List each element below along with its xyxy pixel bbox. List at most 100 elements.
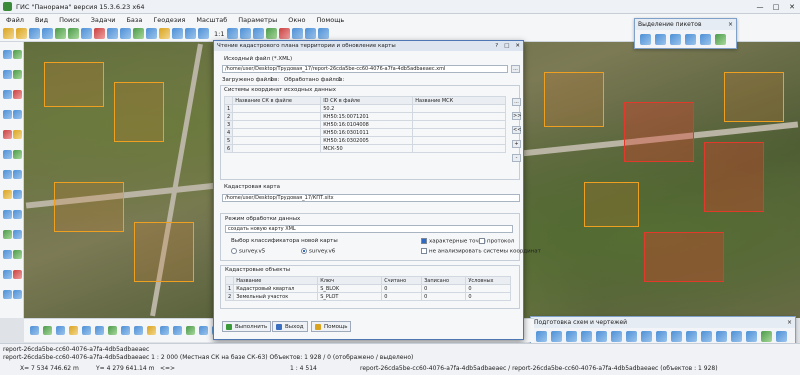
picket-select-icon[interactable]: [640, 34, 651, 45]
edit-object-icon[interactable]: [94, 28, 105, 39]
pickets-panel-close-button[interactable]: ×: [728, 21, 733, 28]
hand-pan-icon[interactable]: [172, 28, 183, 39]
rotate-icon[interactable]: [13, 110, 22, 119]
tool-icon[interactable]: [173, 326, 182, 335]
menu-file[interactable]: Файл: [6, 16, 24, 24]
redo-icon[interactable]: [13, 290, 22, 299]
edit-vertex-icon[interactable]: [3, 90, 12, 99]
table-row[interactable]: 3 КН50:16:0104008: [223, 120, 506, 129]
buffer-icon[interactable]: [13, 250, 22, 259]
schemes-panel-close-button[interactable]: ×: [787, 319, 792, 326]
tool-icon[interactable]: [108, 326, 117, 335]
text-icon[interactable]: [3, 170, 12, 179]
snap-icon[interactable]: [13, 130, 22, 139]
save-icon[interactable]: [29, 28, 40, 39]
tool-icon[interactable]: [160, 326, 169, 335]
print-icon[interactable]: [42, 28, 53, 39]
scheme-tool-icon[interactable]: [656, 331, 667, 342]
menu-geodesy[interactable]: Геодезия: [153, 16, 185, 24]
tool-icon[interactable]: [95, 326, 104, 335]
scheme-tool-icon[interactable]: [746, 331, 757, 342]
height-icon[interactable]: [3, 210, 12, 219]
scheme-tool-icon[interactable]: [641, 331, 652, 342]
menu-window[interactable]: Окно: [288, 16, 305, 24]
parcel[interactable]: [54, 182, 124, 232]
picket-all-icon[interactable]: [700, 34, 711, 45]
table-row[interactable]: 6 МСК-50: [223, 144, 506, 153]
check-points[interactable]: характерные точки: [421, 238, 486, 245]
zoom-out-icon[interactable]: [198, 28, 209, 39]
picket-invert-icon[interactable]: [685, 34, 696, 45]
menu-parameters[interactable]: Параметры: [238, 16, 277, 24]
source-file-field[interactable]: /home/user/Desktop/Трудовая_17/report-26…: [222, 65, 508, 73]
parcel[interactable]: [44, 62, 104, 107]
zoom-in-icon[interactable]: [185, 28, 196, 39]
tool-icon[interactable]: [56, 326, 65, 335]
scheme-tool-icon[interactable]: [671, 331, 682, 342]
geodesy-icon[interactable]: [305, 28, 317, 39]
pencil-icon[interactable]: [3, 190, 12, 199]
scheme-tool-icon[interactable]: [686, 331, 697, 342]
scheme-tool-icon[interactable]: [701, 331, 712, 342]
tool-icon[interactable]: [43, 326, 52, 335]
tool-icon[interactable]: [199, 326, 208, 335]
settings-icon[interactable]: [318, 28, 330, 39]
table-row[interactable]: 1 Кадастровый квартал S_BLOK 0 0 0: [224, 284, 511, 293]
parcel[interactable]: [584, 182, 639, 227]
menu-database[interactable]: База: [126, 16, 142, 24]
remove-point-icon[interactable]: [13, 270, 22, 279]
fit-map-icon[interactable]: [240, 28, 252, 39]
table-row[interactable]: 4 КН50:16:0301011: [223, 128, 506, 137]
scale-1-1-button[interactable]: 1:1: [214, 30, 224, 38]
close-button[interactable]: ✕: [784, 3, 800, 11]
find-icon[interactable]: [120, 28, 131, 39]
tool-icon[interactable]: [147, 326, 156, 335]
source-browse-button[interactable]: ...: [511, 65, 520, 73]
parcel[interactable]: [114, 82, 164, 142]
parcel[interactable]: [134, 222, 194, 282]
picket-add-icon[interactable]: [655, 34, 666, 45]
maximize-button[interactable]: □: [768, 3, 784, 11]
coords-more-button[interactable]: ...: [512, 98, 521, 106]
zoom-window-icon[interactable]: [227, 28, 239, 39]
menu-view[interactable]: Вид: [35, 16, 48, 24]
dimensions-icon[interactable]: [292, 28, 304, 39]
lightning-icon[interactable]: [159, 28, 170, 39]
table-row[interactable]: 2 КН50:15:0071201: [223, 112, 506, 121]
scheme-tool-icon[interactable]: [716, 331, 727, 342]
move-icon[interactable]: [3, 110, 12, 119]
undo-icon[interactable]: [3, 290, 12, 299]
measure-icon[interactable]: [133, 28, 144, 39]
run-button[interactable]: Выполнить: [222, 321, 272, 332]
binoculars-icon[interactable]: [107, 28, 118, 39]
minimize-button[interactable]: —: [752, 3, 768, 11]
semantic-icon[interactable]: [13, 210, 22, 219]
cadastral-map-field[interactable]: /home/user/Desktop/Трудовая_17/КПТ.sitx: [222, 194, 520, 202]
tool-icon[interactable]: [186, 326, 195, 335]
label-icon[interactable]: [13, 170, 22, 179]
scheme-tool-icon[interactable]: [776, 331, 787, 342]
menu-scale[interactable]: Масштаб: [196, 16, 227, 24]
menu-search[interactable]: Поиск: [59, 16, 80, 24]
new-map-icon[interactable]: [3, 28, 14, 39]
abc-text-icon[interactable]: [3, 230, 12, 239]
picket-settings-icon[interactable]: [715, 34, 726, 45]
menu-help[interactable]: Помощь: [317, 16, 345, 24]
tool-icon[interactable]: [69, 326, 78, 335]
menu-tasks[interactable]: Задачи: [91, 16, 116, 24]
radio-survey-v6[interactable]: survey.v6: [301, 248, 335, 255]
point-icon[interactable]: [3, 270, 12, 279]
coords-forward-button[interactable]: >>: [512, 112, 521, 120]
tool-icon[interactable]: [134, 326, 143, 335]
dialog-maximize-icon[interactable]: □: [504, 43, 509, 49]
tool-icon[interactable]: [121, 326, 130, 335]
parcel[interactable]: [544, 72, 604, 127]
tool-icon[interactable]: [82, 326, 91, 335]
exit-button[interactable]: Выход: [272, 321, 308, 332]
coords-remove-button[interactable]: -: [512, 154, 521, 162]
copy-icon[interactable]: [146, 28, 157, 39]
scheme-tool-icon[interactable]: [551, 331, 562, 342]
join-icon[interactable]: [3, 150, 12, 159]
color-palette-icon[interactable]: [279, 28, 291, 39]
check-no-analyze[interactable]: не анализировать системы координат: [421, 248, 541, 255]
